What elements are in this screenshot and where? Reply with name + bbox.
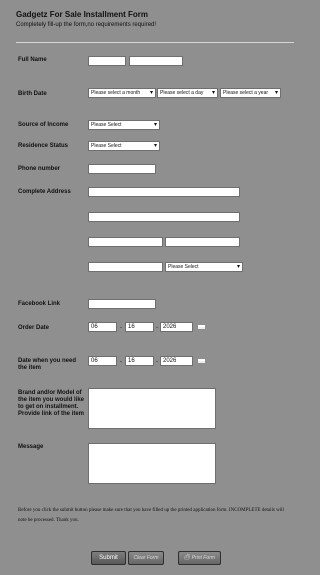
label-residence: Residence Status — [18, 143, 69, 149]
need-month-input[interactable]: 06 — [88, 356, 117, 366]
facebook-input[interactable] — [88, 299, 156, 309]
form-subtitle: Completely fill-up the form,no requireme… — [16, 22, 157, 28]
address-line2-input[interactable] — [88, 212, 240, 222]
country-select[interactable]: Please Select — [165, 262, 243, 272]
message-textarea[interactable] — [88, 443, 216, 484]
date-separator: - — [120, 325, 122, 331]
form-title: Gadgetz For Sale Installment Form — [16, 10, 149, 19]
order-day-input[interactable]: 16 — [125, 322, 154, 332]
residence-select[interactable]: Please Select — [88, 141, 160, 151]
label-phone: Phone number — [18, 166, 61, 172]
income-select[interactable]: Please Select — [88, 120, 160, 130]
last-name-input[interactable] — [129, 56, 183, 66]
print-form-button[interactable]: ⎙ Print Form — [178, 551, 221, 565]
submit-note: Before you click the submit button pleas… — [18, 508, 284, 523]
address-line1-input[interactable] — [88, 187, 240, 197]
clear-form-button[interactable]: Clear Form — [128, 551, 164, 565]
birth-month-select[interactable]: Please select a month — [88, 88, 156, 98]
order-year-input[interactable]: 2026 — [160, 322, 193, 332]
printer-icon: ⎙ — [184, 554, 190, 561]
date-separator: - — [156, 359, 158, 365]
divider — [16, 42, 294, 43]
print-form-label: Print Form — [191, 555, 215, 561]
first-name-input[interactable] — [88, 56, 126, 66]
label-facebook: Facebook Link — [18, 301, 61, 307]
label-address: Complete Address — [18, 189, 71, 195]
label-need-date: Date when you need the item — [18, 358, 77, 371]
brand-textarea[interactable] — [88, 388, 216, 429]
label-full-name: Full Name — [18, 57, 47, 63]
birth-year-select[interactable]: Please select a year — [220, 88, 281, 98]
calendar-icon[interactable] — [198, 359, 205, 363]
need-year-input[interactable]: 2026 — [160, 356, 193, 366]
label-source-income: Source of Income — [18, 122, 69, 128]
date-separator: - — [156, 325, 158, 331]
phone-input[interactable] — [88, 164, 156, 174]
order-month-input[interactable]: 06 — [88, 322, 117, 332]
calendar-icon[interactable] — [198, 325, 205, 329]
city-input[interactable] — [88, 237, 163, 247]
submit-button[interactable]: Submit — [91, 551, 126, 565]
date-separator: - — [120, 359, 122, 365]
state-input[interactable] — [165, 237, 240, 247]
label-message: Message — [18, 444, 44, 450]
zip-input[interactable] — [88, 262, 163, 272]
need-day-input[interactable]: 16 — [125, 356, 154, 366]
birth-day-select[interactable]: Please select a day — [157, 88, 218, 98]
label-birth-date: Birth Date — [18, 91, 47, 97]
label-brand: Brand and/or Model of the item you would… — [18, 390, 85, 417]
label-order-date: Order Date — [18, 325, 50, 331]
